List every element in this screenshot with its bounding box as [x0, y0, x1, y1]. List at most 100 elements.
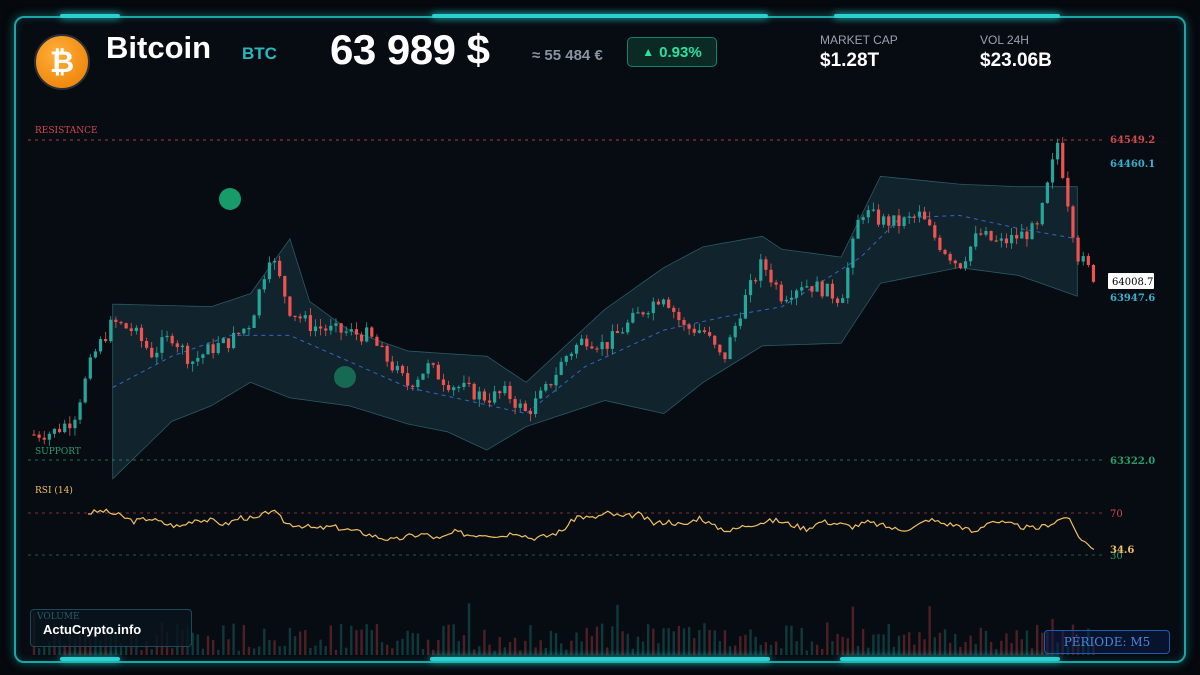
candle-down — [237, 332, 241, 335]
candle-down — [431, 363, 435, 365]
candle-down — [411, 385, 415, 388]
volume-bar — [493, 650, 496, 655]
support-label: SUPPORT — [35, 447, 81, 457]
candle-up — [631, 312, 635, 323]
volume-bar — [892, 646, 896, 655]
volume-bar — [1005, 633, 1008, 655]
candle-down — [406, 373, 410, 386]
candle-down — [390, 361, 394, 371]
bollinger-band-area — [112, 175, 1078, 480]
candle-up — [856, 220, 860, 239]
volume-bar — [554, 633, 558, 655]
candle-up — [421, 373, 425, 380]
candle-up — [610, 331, 614, 349]
volume-label: VOLUME — [37, 612, 80, 622]
volume-bar — [247, 646, 251, 655]
volume-bar — [754, 636, 757, 655]
volume-bar — [334, 649, 338, 655]
candle-up — [329, 325, 333, 331]
candle-up — [344, 331, 348, 333]
candle-up — [1040, 202, 1044, 225]
volume-bar — [350, 625, 353, 655]
volume-bar — [252, 648, 256, 655]
support-value: 63322.0 — [1110, 456, 1155, 467]
volume-bar — [785, 625, 788, 655]
volume-bar — [646, 624, 650, 655]
volume-bar — [964, 641, 967, 655]
volume-bar — [1035, 624, 1039, 655]
candle-down — [1061, 142, 1065, 178]
candle-down — [119, 321, 123, 324]
candle-down — [1071, 206, 1075, 238]
volume-bar — [600, 623, 604, 655]
volume-bar — [887, 623, 890, 655]
candle-up — [999, 238, 1003, 241]
volume-bar — [411, 632, 414, 655]
volume-bar — [657, 643, 660, 655]
candle-up — [180, 345, 185, 348]
current-price-value: 64008.7 — [1112, 277, 1153, 288]
candle-down — [595, 348, 599, 350]
candle-down — [723, 352, 727, 360]
volume-bar — [355, 630, 358, 655]
candle-up — [191, 361, 195, 364]
volume-bar — [590, 636, 594, 655]
volume-bar — [667, 628, 670, 655]
candle-up — [221, 338, 225, 344]
candle-down — [989, 231, 993, 241]
volume-bar — [227, 639, 230, 655]
candle-up — [539, 390, 543, 399]
volume-bar — [1020, 639, 1024, 655]
volume-bar — [257, 646, 261, 655]
volume-bar — [370, 630, 373, 655]
candle-down — [139, 327, 144, 342]
candle-down — [1035, 223, 1039, 225]
volume-bar — [918, 632, 921, 655]
candle-up — [83, 378, 87, 403]
candle-up — [247, 328, 251, 330]
volume-bar — [529, 625, 532, 655]
candle-down — [912, 216, 916, 218]
volume-bar — [570, 640, 573, 655]
rsi-current-value: 34.6 — [1110, 545, 1134, 556]
candle-down — [482, 391, 486, 401]
candle-down — [656, 301, 661, 305]
volume-bar — [877, 634, 880, 655]
candle-up — [252, 315, 256, 329]
volume-bar — [948, 642, 952, 655]
volume-bar — [406, 630, 409, 655]
candle-down — [375, 336, 379, 346]
volume-bar — [37, 648, 41, 655]
volume-bar — [693, 638, 696, 655]
volume-bar — [841, 636, 844, 655]
volume-bar — [416, 633, 420, 655]
volume-bar — [815, 644, 819, 655]
candle-up — [503, 385, 507, 394]
candle-down — [380, 345, 384, 348]
volume-bar — [447, 624, 450, 655]
candle-up — [206, 344, 210, 355]
candle-down — [283, 276, 287, 297]
candle-up — [1050, 159, 1055, 183]
volume-bar — [396, 640, 399, 655]
candle-up — [462, 382, 466, 387]
volume-bar — [559, 643, 563, 655]
volume-bar — [861, 628, 865, 655]
candle-up — [1020, 231, 1024, 239]
volume-bar — [462, 635, 466, 655]
volume-bar — [519, 650, 522, 655]
candle-up — [73, 419, 77, 429]
candle-up — [93, 351, 98, 358]
volume-bar — [856, 645, 860, 655]
candle-down — [446, 384, 451, 391]
volume-bar — [672, 631, 675, 655]
volume-bar — [728, 646, 732, 655]
candle-up — [303, 315, 307, 319]
volume-bar — [938, 632, 942, 655]
volume-bar — [969, 635, 972, 655]
candle-down — [769, 269, 773, 283]
volume-bar — [682, 628, 686, 655]
candle-up — [334, 323, 338, 326]
volume-bar — [733, 645, 737, 655]
candle-down — [953, 260, 957, 264]
